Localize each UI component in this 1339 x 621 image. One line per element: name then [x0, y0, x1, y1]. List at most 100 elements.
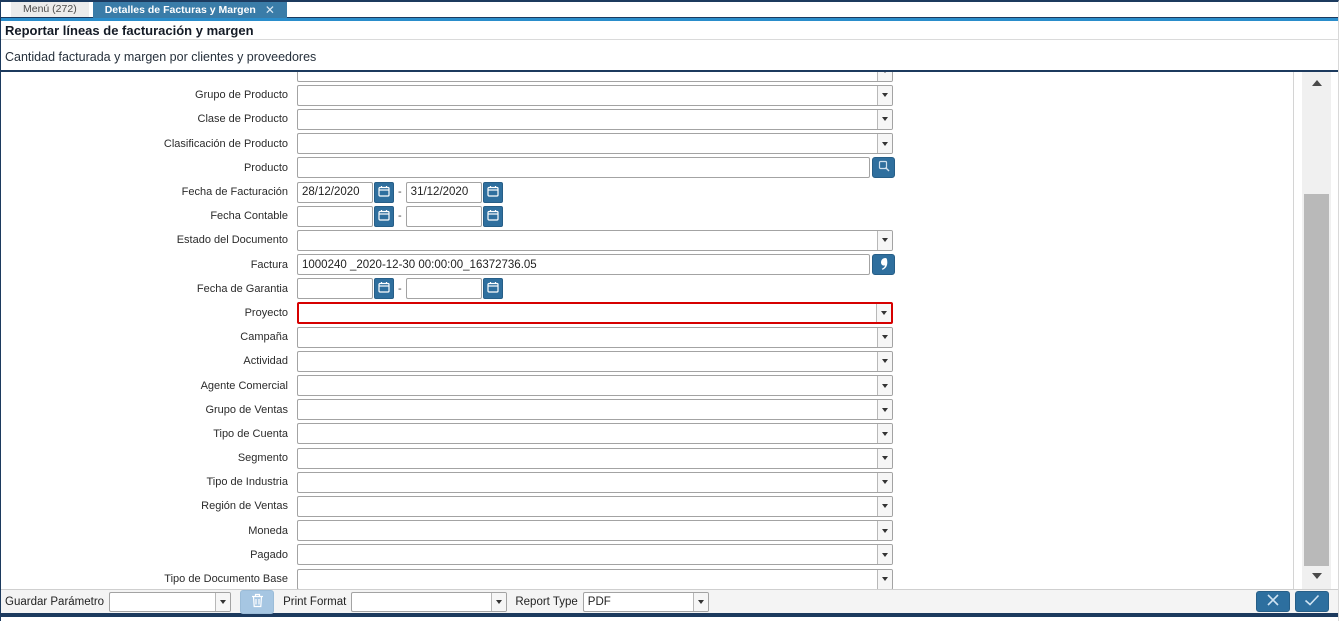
calendar-button[interactable]	[482, 205, 503, 227]
fecha-de-garantia-to-input[interactable]	[405, 278, 482, 300]
field-label-clase-de-producto: Clase de Producto	[197, 113, 289, 126]
clase-de-producto-value	[298, 110, 877, 129]
factura-lookup-button[interactable]	[872, 254, 895, 276]
invoice-info-icon	[878, 257, 889, 273]
proyecto-value	[299, 304, 876, 322]
combo-arrow-button[interactable]	[877, 400, 892, 420]
calendar-icon	[378, 209, 390, 224]
clasificacion-de-producto-combobox[interactable]	[297, 133, 893, 155]
factura-input[interactable]	[297, 254, 870, 276]
combo-arrow-button[interactable]	[877, 230, 892, 250]
scrollbar-thumb[interactable]	[1304, 194, 1329, 566]
campana-combobox[interactable]	[297, 326, 893, 348]
cancel-button[interactable]	[1256, 591, 1290, 612]
calendar-icon	[487, 281, 499, 296]
vertical-scrollbar[interactable]	[1302, 72, 1331, 589]
form-row-clipped-top-field	[1, 72, 1293, 83]
calendar-button[interactable]	[482, 181, 503, 203]
calendar-button[interactable]	[374, 181, 394, 203]
combo-arrow-button[interactable]	[877, 545, 892, 565]
scroll-up-button[interactable]	[1302, 76, 1331, 90]
combo-arrow-button[interactable]	[877, 424, 892, 444]
field-label-agente-comercial: Agente Comercial	[200, 379, 288, 392]
moneda-value	[298, 521, 877, 540]
tipo-de-cuenta-combobox[interactable]	[297, 423, 893, 445]
report-type-combobox[interactable]: PDF	[582, 591, 709, 612]
grupo-de-producto-value	[298, 86, 877, 105]
tipo-de-cuenta-value	[298, 424, 877, 443]
calendar-button[interactable]	[374, 278, 394, 300]
combo-arrow-button[interactable]	[877, 472, 892, 492]
save-parameter-combobox[interactable]	[109, 591, 232, 612]
combo-arrow-button[interactable]	[877, 351, 892, 371]
footer-toolbar: Guardar Parámetro Print Format Report Ty…	[1, 589, 1338, 614]
chevron-down-icon	[697, 599, 704, 604]
grupo-de-ventas-combobox[interactable]	[297, 399, 893, 421]
chevron-down-icon	[882, 383, 888, 388]
checkmark-icon	[1304, 594, 1320, 609]
combo-arrow-button[interactable]	[877, 496, 892, 516]
combo-arrow-button[interactable]	[877, 85, 892, 105]
field-label-tipo-de-documento-base: Tipo de Documento Base	[164, 573, 288, 586]
actividad-combobox[interactable]	[297, 350, 893, 372]
print-format-combobox[interactable]	[351, 591, 508, 612]
tipo-de-documento-base-value	[298, 570, 877, 589]
calendar-button[interactable]	[482, 278, 503, 300]
clase-de-producto-combobox[interactable]	[297, 108, 893, 130]
agente-comercial-combobox[interactable]	[297, 375, 893, 397]
grupo-de-producto-combobox[interactable]	[297, 84, 893, 106]
actividad-value	[298, 352, 877, 371]
combo-arrow-button[interactable]	[877, 448, 892, 468]
combo-arrow-button[interactable]	[877, 327, 892, 347]
grupo-de-ventas-value	[298, 400, 877, 419]
tab-menu[interactable]: Menú (272)	[11, 2, 89, 17]
combo-arrow-button[interactable]	[877, 109, 892, 129]
form-row-moneda: Moneda	[1, 519, 1293, 543]
confirm-button[interactable]	[1295, 591, 1329, 612]
combo-arrow-button[interactable]	[877, 376, 892, 396]
combo-arrow-button[interactable]	[877, 569, 892, 589]
form-row-tipo-de-cuenta: Tipo de Cuenta	[1, 422, 1293, 446]
combo-arrow-button[interactable]	[877, 134, 892, 154]
combo-arrow-button[interactable]	[877, 521, 892, 541]
field-label-proyecto: Proyecto	[244, 306, 288, 319]
tipo-de-documento-base-combobox[interactable]	[297, 568, 893, 589]
field-label-actividad: Actividad	[243, 355, 288, 368]
field-label-fecha-de-garantia: Fecha de Garantia	[196, 282, 288, 295]
moneda-combobox[interactable]	[297, 520, 893, 542]
agente-comercial-value	[298, 376, 877, 395]
save-parameter-label: Guardar Parámetro	[5, 595, 105, 608]
close-tab-icon[interactable]: ✕	[265, 4, 275, 16]
tab-detalles-label: Detalles de Facturas y Margen	[104, 3, 256, 16]
proyecto-combobox[interactable]	[297, 301, 893, 324]
combo-arrow-button[interactable]	[877, 72, 892, 81]
fecha-contable-from-input[interactable]	[297, 205, 373, 227]
tipo-de-industria-combobox[interactable]	[297, 471, 893, 493]
form-row-estado-del-documento: Estado del Documento	[1, 228, 1293, 252]
region-de-ventas-combobox[interactable]	[297, 495, 893, 517]
producto-input[interactable]	[297, 157, 870, 179]
calendar-button[interactable]	[374, 205, 394, 227]
fecha-contable-to-input[interactable]	[405, 205, 482, 227]
page-title: Reportar líneas de facturación y margen	[1, 21, 1338, 40]
tab-menu-label: Menú (272)	[23, 3, 77, 15]
delete-parameter-button[interactable]	[240, 589, 275, 614]
combo-arrow-button[interactable]	[692, 592, 708, 611]
segmento-combobox[interactable]	[297, 447, 893, 469]
clipped-top-field-combobox[interactable]	[297, 72, 893, 82]
field-label-producto: Producto	[243, 161, 288, 174]
pagado-combobox[interactable]	[297, 544, 893, 566]
combo-arrow-button[interactable]	[876, 303, 891, 322]
tab-detalles-facturas[interactable]: Detalles de Facturas y Margen ✕	[92, 2, 287, 18]
form-row-proyecto: Proyecto	[1, 301, 1293, 325]
fecha-de-facturacion-to-input[interactable]	[405, 181, 482, 203]
scroll-down-button[interactable]	[1302, 569, 1331, 583]
producto-lookup-button[interactable]	[872, 157, 895, 179]
chevron-down-icon	[882, 504, 888, 509]
fecha-de-garantia-from-input[interactable]	[297, 278, 373, 300]
combo-arrow-button[interactable]	[491, 592, 507, 611]
fecha-de-facturacion-from-input[interactable]	[297, 181, 373, 203]
chevron-down-icon	[882, 117, 888, 122]
estado-del-documento-combobox[interactable]	[297, 229, 893, 251]
combo-arrow-button[interactable]	[215, 592, 231, 611]
